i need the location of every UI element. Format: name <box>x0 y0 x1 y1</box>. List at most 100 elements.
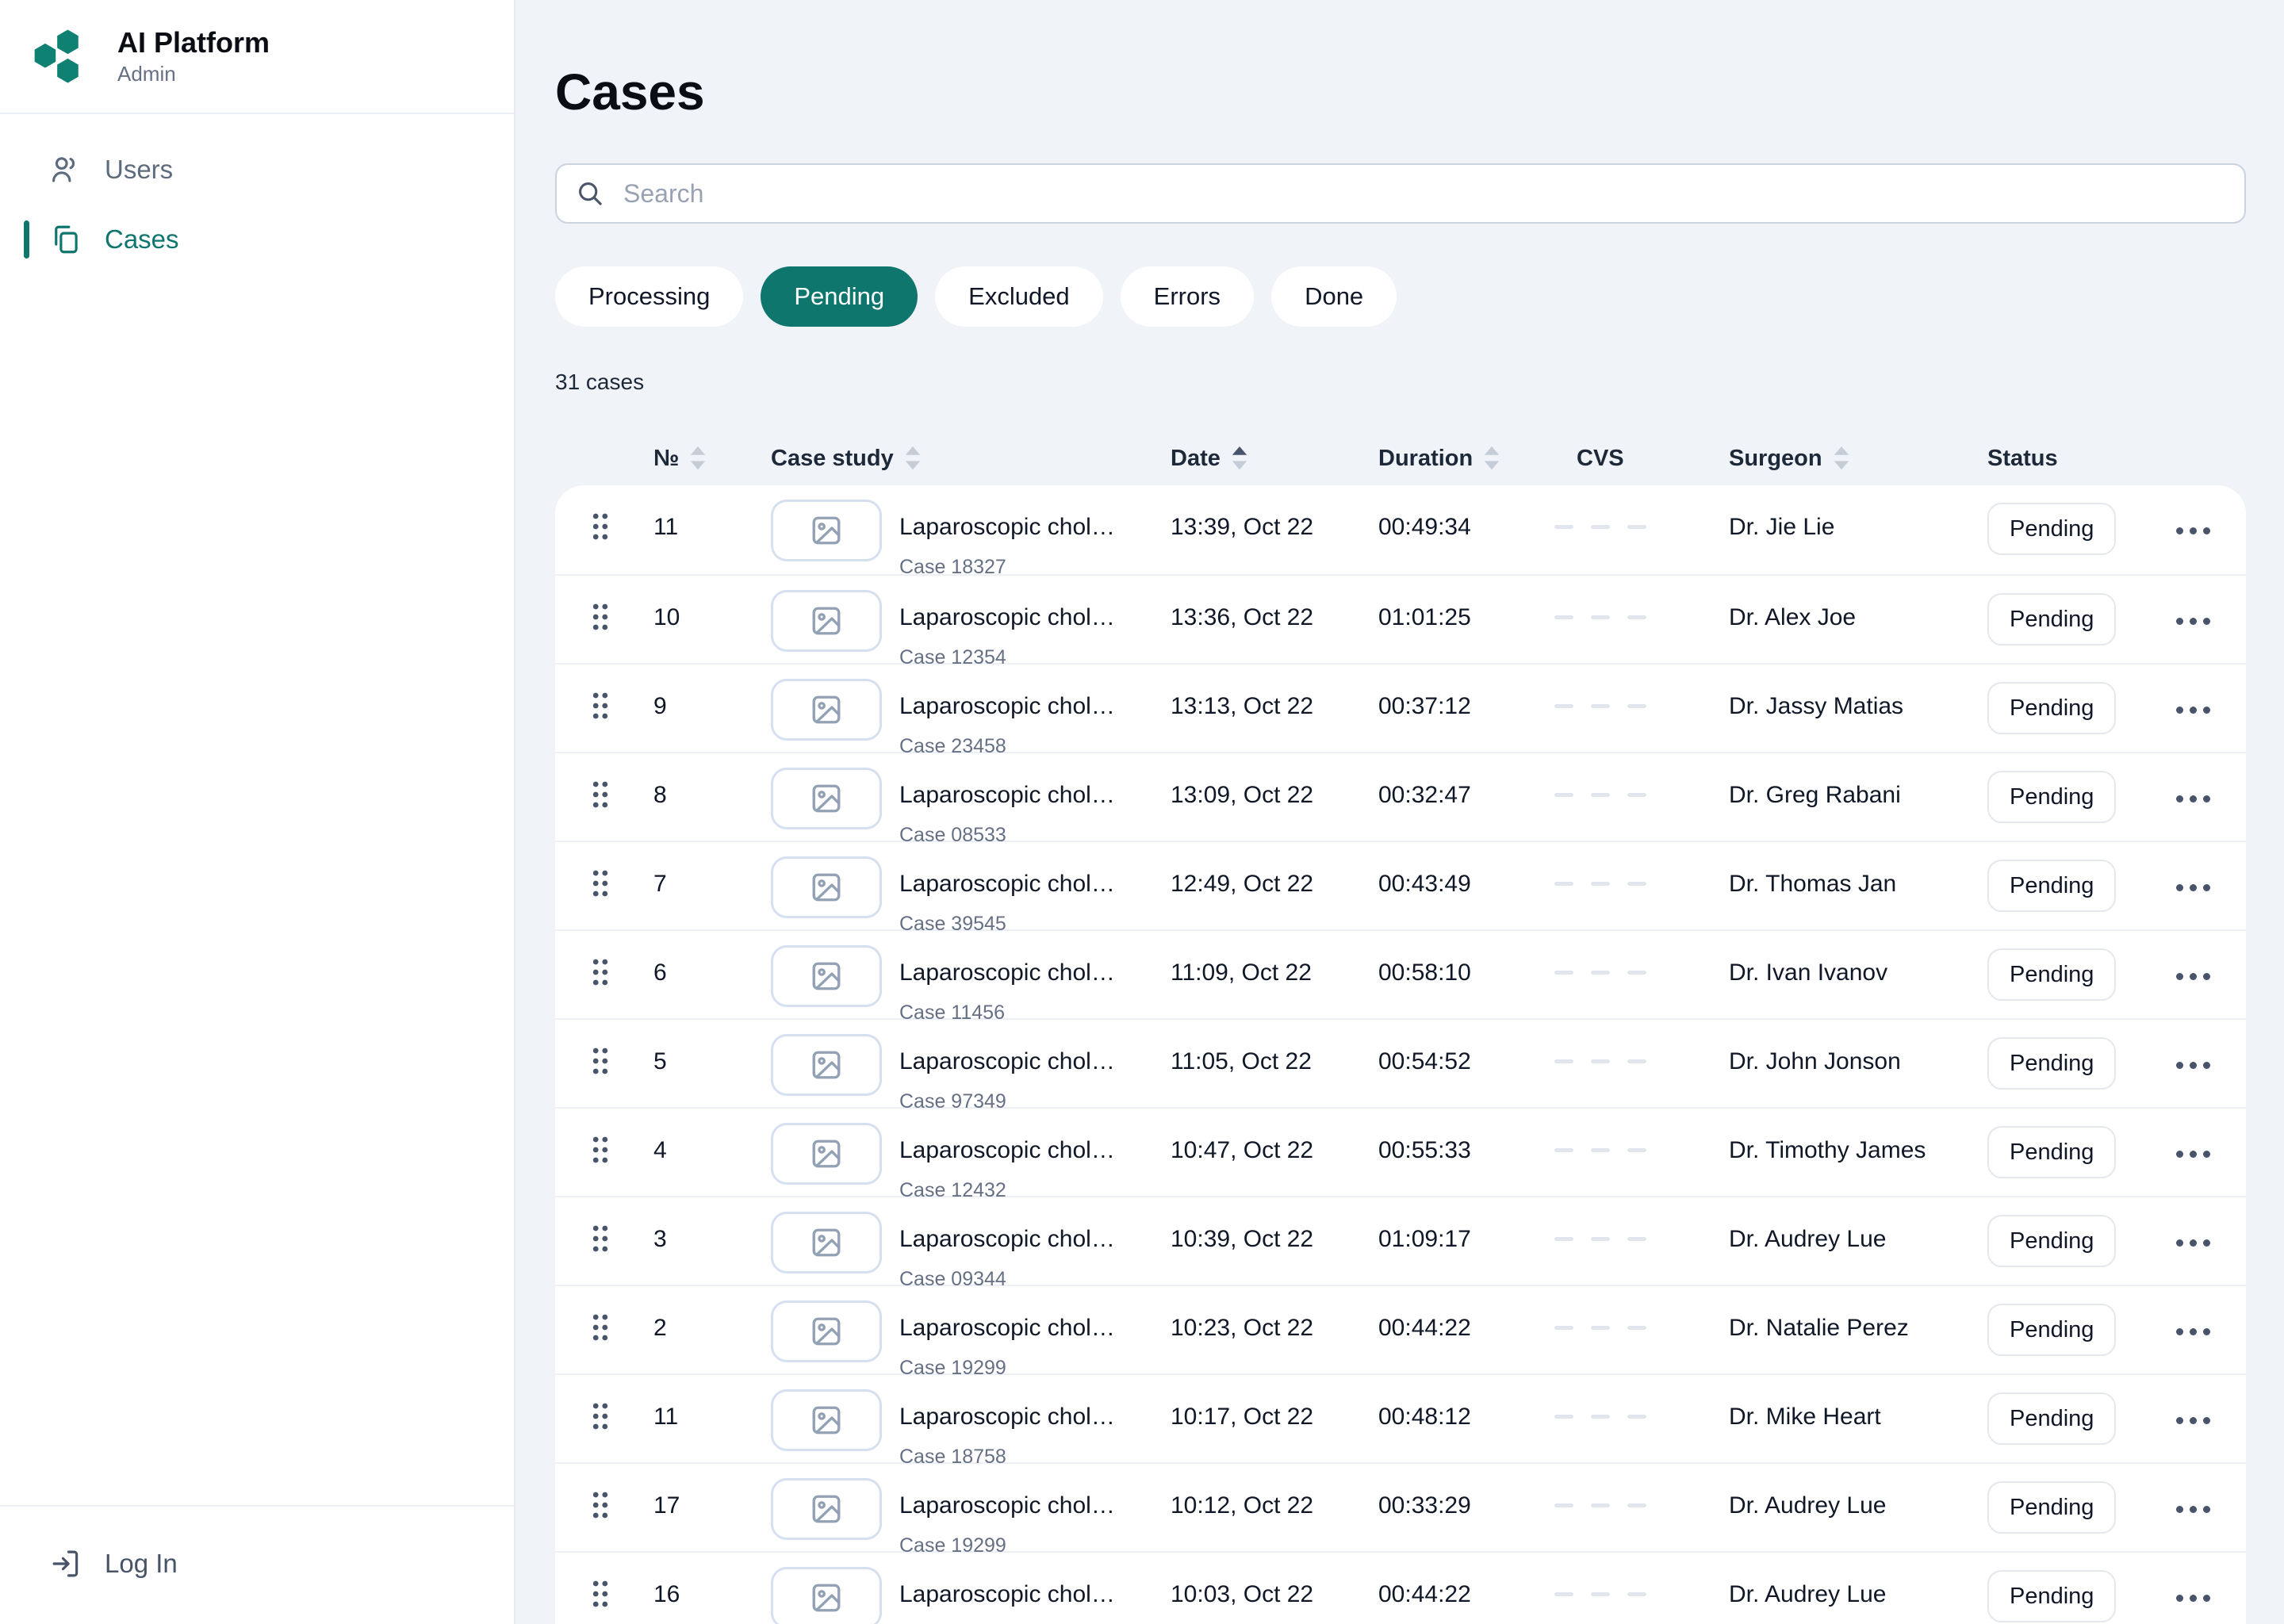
case-thumbnail[interactable] <box>771 1567 882 1624</box>
status-badge: Pending <box>1987 1392 2116 1445</box>
search-bar <box>555 163 2246 224</box>
case-number: 7 <box>653 869 771 899</box>
case-thumbnail[interactable] <box>771 500 882 561</box>
case-surgeon: Dr. Jie Lie <box>1729 512 1987 542</box>
case-thumbnail[interactable] <box>771 1389 882 1451</box>
drag-handle-icon[interactable] <box>592 1136 609 1172</box>
sort-icon <box>1834 446 1849 470</box>
case-thumbnail[interactable] <box>771 679 882 741</box>
drag-handle-icon[interactable] <box>592 1224 609 1261</box>
column-header-case-study[interactable]: Case study <box>771 446 1171 472</box>
row-menu-button[interactable] <box>2173 1141 2213 1167</box>
case-thumbnail[interactable] <box>771 945 882 1007</box>
drag-handle-icon[interactable] <box>592 869 609 906</box>
table-row[interactable]: 17 Laparoscopic chol… Case 19299 <box>555 1462 2246 1551</box>
case-number: 3 <box>653 1224 771 1254</box>
column-header-number[interactable]: № <box>653 446 771 472</box>
row-menu-button[interactable] <box>2173 1052 2213 1078</box>
drag-handle-icon[interactable] <box>592 958 609 994</box>
row-menu-button[interactable] <box>2173 1585 2213 1611</box>
row-menu-button[interactable] <box>2173 875 2213 901</box>
row-menu-button[interactable] <box>2173 1408 2213 1434</box>
drag-handle-icon[interactable] <box>592 1491 609 1527</box>
table-row[interactable]: 3 Laparoscopic chol… Case 09344 <box>555 1196 2246 1285</box>
main-content: Cases Processing Pending Excluded Errors… <box>515 0 2284 1624</box>
table-row[interactable]: 11 Laparoscopic chol… Case 18758 <box>555 1373 2246 1462</box>
cvs-empty-value <box>1554 1224 1729 1241</box>
case-number: 10 <box>653 603 771 633</box>
table-row[interactable]: 4 Laparoscopic chol… Case 12432 <box>555 1107 2246 1196</box>
case-date: 10:23, Oct 22 <box>1171 1313 1378 1343</box>
filter-pill[interactable]: Done <box>1271 266 1397 327</box>
table-row[interactable]: 5 Laparoscopic chol… Case 97349 <box>555 1018 2246 1107</box>
table-row[interactable]: 16 Laparoscopic chol… Case 19299 <box>555 1551 2246 1624</box>
case-title: Laparoscopic chol… <box>899 691 1171 722</box>
case-number: 9 <box>653 691 771 722</box>
case-number: 11 <box>653 512 771 542</box>
drag-handle-icon[interactable] <box>592 1402 609 1438</box>
table-row[interactable]: 6 Laparoscopic chol… Case 11456 <box>555 929 2246 1018</box>
table-row[interactable]: 10 Laparoscopic chol… Case 12354 <box>555 574 2246 663</box>
column-header-duration[interactable]: Duration <box>1378 446 1554 472</box>
sidebar-item-cases[interactable]: Cases <box>0 205 514 274</box>
case-thumbnail[interactable] <box>771 1300 882 1362</box>
case-thumbnail[interactable] <box>771 1123 882 1185</box>
status-filter-group: Processing Pending Excluded Errors Done <box>555 266 2246 327</box>
status-badge: Pending <box>1987 682 2116 734</box>
row-menu-button[interactable] <box>2173 963 2213 990</box>
drag-handle-icon[interactable] <box>592 780 609 817</box>
drag-handle-icon[interactable] <box>592 691 609 728</box>
sidebar-item-users[interactable]: Users <box>0 135 514 205</box>
filter-pill[interactable]: Processing <box>555 266 743 327</box>
case-duration: 00:43:49 <box>1378 869 1554 899</box>
case-thumbnail[interactable] <box>771 590 882 652</box>
row-menu-button[interactable] <box>2173 518 2213 544</box>
case-thumbnail[interactable] <box>771 856 882 918</box>
column-header-date[interactable]: Date <box>1171 446 1378 472</box>
row-menu-button[interactable] <box>2173 1230 2213 1256</box>
drag-handle-icon[interactable] <box>592 512 609 549</box>
image-placeholder-icon <box>810 1315 843 1348</box>
row-menu-button[interactable] <box>2173 1319 2213 1345</box>
row-menu-button[interactable] <box>2173 608 2213 634</box>
row-menu-button[interactable] <box>2173 1496 2213 1522</box>
case-thumbnail[interactable] <box>771 1478 882 1540</box>
case-surgeon: Dr. Ivan Ivanov <box>1729 958 1987 988</box>
image-placeholder-icon <box>810 959 843 993</box>
case-number: 16 <box>653 1580 771 1610</box>
table-row[interactable]: 11 Laparoscopic chol… Case 18327 <box>555 485 2246 574</box>
users-icon <box>49 153 82 186</box>
table-row[interactable]: 8 Laparoscopic chol… Case 08533 <box>555 752 2246 841</box>
column-header-surgeon[interactable]: Surgeon <box>1729 446 1987 472</box>
cases-count: 31 cases <box>555 368 2246 396</box>
log-in-button[interactable]: Log In <box>0 1529 514 1599</box>
case-id: Case 11456 <box>899 998 1171 1028</box>
filter-pill[interactable]: Excluded <box>935 266 1103 327</box>
case-thumbnail[interactable] <box>771 768 882 829</box>
case-surgeon: Dr. Audrey Lue <box>1729 1580 1987 1610</box>
row-menu-button[interactable] <box>2173 786 2213 812</box>
drag-handle-icon[interactable] <box>592 1047 609 1083</box>
image-placeholder-icon <box>810 871 843 904</box>
case-id: Case 18758 <box>899 1442 1171 1472</box>
drag-handle-icon[interactable] <box>592 1313 609 1350</box>
filter-pill[interactable]: Errors <box>1121 266 1254 327</box>
drag-handle-icon[interactable] <box>592 1580 609 1616</box>
case-title: Laparoscopic chol… <box>899 1580 1171 1610</box>
table-header: № Case study Date Duration <box>555 431 2246 485</box>
cvs-empty-value <box>1554 512 1729 529</box>
status-badge: Pending <box>1987 1037 2116 1090</box>
table-row[interactable]: 9 Laparoscopic chol… Case 23458 <box>555 663 2246 752</box>
row-menu-button[interactable] <box>2173 697 2213 723</box>
case-thumbnail[interactable] <box>771 1212 882 1274</box>
drag-handle-icon[interactable] <box>592 603 609 639</box>
cases-table: 11 Laparoscopic chol… Case 18327 <box>555 485 2246 1624</box>
search-input[interactable] <box>555 163 2246 224</box>
case-thumbnail[interactable] <box>771 1034 882 1096</box>
table-row[interactable]: 7 Laparoscopic chol… Case 39545 <box>555 841 2246 929</box>
filter-pill[interactable]: Pending <box>761 266 918 327</box>
case-date: 13:39, Oct 22 <box>1171 512 1378 542</box>
case-surgeon: Dr. Audrey Lue <box>1729 1224 1987 1254</box>
table-row[interactable]: 2 Laparoscopic chol… Case 19299 <box>555 1285 2246 1373</box>
image-placeholder-icon <box>810 1581 843 1614</box>
